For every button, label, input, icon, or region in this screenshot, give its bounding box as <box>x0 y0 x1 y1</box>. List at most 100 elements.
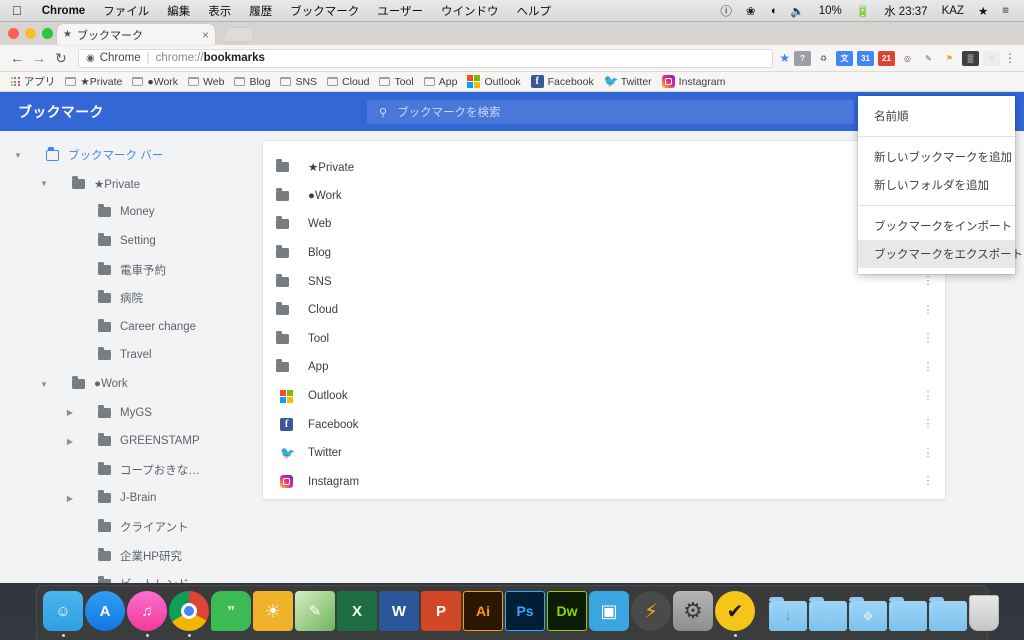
bookmark-row-twitter[interactable]: 🐦 Twitter ⋮ <box>263 439 945 468</box>
do-not-disturb-icon[interactable]: ⓘ <box>713 3 739 19</box>
dock-item-things[interactable]: ✔ <box>715 587 755 637</box>
menu-item-file[interactable]: ファイル <box>94 3 158 19</box>
bookmark-bar-item-blog[interactable]: Blog <box>229 76 275 88</box>
menu-item-window[interactable]: ウインドウ <box>432 3 508 19</box>
bookmark-bar-item-twitter[interactable]: 🐦 Twitter <box>599 75 657 88</box>
dock-item-adobe-illustrator[interactable]: Ai <box>463 587 503 637</box>
dock-item-stickies[interactable]: ☀ <box>253 587 293 637</box>
sidebar-item-money[interactable]: Money <box>0 198 262 227</box>
bookmark-bar-item-web[interactable]: Web <box>183 76 229 88</box>
bookmark-bar-item-facebook[interactable]: f Facebook <box>526 75 599 88</box>
bookmark-bar-item-instagram[interactable]: Instagram <box>657 75 731 88</box>
calendar-extension-icon[interactable]: 31 <box>857 50 874 66</box>
chevron-down-icon[interactable] <box>12 151 24 160</box>
bookmark-row-facebook[interactable]: f Facebook ⋮ <box>263 410 945 439</box>
control-center-icon[interactable]: ≡ <box>995 5 1016 17</box>
apple-logo-icon[interactable]:  <box>0 4 33 17</box>
dock-item-adobe-photoshop[interactable]: Ps <box>505 587 545 637</box>
close-window-button[interactable] <box>8 28 19 39</box>
bookmark-bar-item-private[interactable]: ★Private <box>60 76 127 88</box>
row-menu-icon[interactable]: ⋮ <box>921 333 935 344</box>
sidebar-item-bookmarks-bar[interactable]: ブックマーク バー <box>0 141 262 170</box>
dock-folder-onedrive[interactable]: ☁ <box>809 587 847 637</box>
sidebar-item-greenstamp[interactable]: GREENSTAMP <box>0 427 262 456</box>
dock-item-adobe-dreamweaver[interactable]: Dw <box>547 587 587 637</box>
menu-item-chrome[interactable]: Chrome <box>33 5 94 17</box>
dock-item-app-store[interactable]: A <box>85 587 125 637</box>
sidebar-item-mygs[interactable]: MyGS <box>0 398 262 427</box>
wifi-icon[interactable]: ◖ <box>762 5 783 17</box>
bookmark-bar-item-work[interactable]: ●Work <box>127 76 183 88</box>
menu-item-bookmarks[interactable]: ブックマーク <box>281 3 368 19</box>
help-extension-icon[interactable]: ? <box>794 50 811 66</box>
new-tab-button[interactable] <box>222 27 256 42</box>
menu-item-view[interactable]: 表示 <box>199 3 240 19</box>
row-menu-icon[interactable]: ⋮ <box>921 304 935 316</box>
menu-item-import-bookmarks[interactable]: ブックマークをインポート <box>858 212 1015 240</box>
ruler-extension-icon[interactable]: ⚑ <box>941 50 958 66</box>
menu-item-help[interactable]: ヘルプ <box>507 3 560 19</box>
screenshot-extension-icon[interactable]: ◎ <box>899 50 916 66</box>
dock-item-preview[interactable]: ✎ <box>295 587 335 637</box>
bookmark-bar-item-cloud[interactable]: Cloud <box>322 76 374 88</box>
dock-folder-downloads[interactable]: ↓ <box>769 587 807 637</box>
sidebar-item-client[interactable]: クライアント <box>0 513 262 542</box>
reload-icon[interactable]: ↻ <box>50 50 72 67</box>
dock-item-itunes[interactable]: ♫ <box>127 587 167 637</box>
recycle-extension-icon[interactable]: ♻ <box>815 50 832 66</box>
chevron-down-icon[interactable] <box>38 179 50 188</box>
dock-item-finder[interactable]: ☺ <box>43 587 83 637</box>
bookmark-star-icon[interactable]: ★ <box>779 51 790 65</box>
bookmark-row-tool[interactable]: Tool ⋮ <box>263 325 945 354</box>
sidebar-item-j-brain[interactable]: J-Brain <box>0 484 262 513</box>
dock-item-microsoft-powerpoint[interactable]: P <box>421 587 461 637</box>
dock-folder-dropbox[interactable]: ❖ <box>849 587 887 637</box>
sidebar-item-train-reservation[interactable]: 電車予約 <box>0 255 262 284</box>
address-bar[interactable]: ◉ Chrome | chrome:// bookmarks <box>78 48 774 68</box>
bookmark-bar-item-tool[interactable]: Tool <box>374 76 418 88</box>
bookmark-row-outlook[interactable]: Outlook ⋮ <box>263 382 945 411</box>
row-menu-icon[interactable]: ⋮ <box>921 447 935 459</box>
bookmark-bar-item-app[interactable]: App <box>419 76 463 88</box>
menu-item-add-folder[interactable]: 新しいフォルダを追加 <box>858 171 1015 199</box>
menu-item-add-bookmark[interactable]: 新しいブックマークを追加 <box>858 143 1015 171</box>
row-menu-icon[interactable]: ⋮ <box>921 276 935 287</box>
row-menu-icon[interactable]: ⋮ <box>921 361 935 373</box>
arrow-right-icon[interactable]: → <box>28 50 50 66</box>
maximize-window-button[interactable] <box>42 28 53 39</box>
bookmark-manager-dropdown-menu[interactable]: 名前順 新しいブックマークを追加 新しいフォルダを追加 ブックマークをインポート… <box>858 96 1023 274</box>
row-menu-icon[interactable]: ⋮ <box>921 419 935 430</box>
chevron-right-icon[interactable] <box>64 494 76 503</box>
bookmark-row-private[interactable]: ★Private ⋮ <box>263 153 945 182</box>
bluetooth-icon[interactable]: ❀ <box>739 4 763 18</box>
dock-item-system-preferences[interactable]: ⚙ <box>673 587 713 637</box>
battery-charging-icon[interactable]: 🔋 <box>849 4 877 18</box>
minimize-window-button[interactable] <box>25 28 36 39</box>
bookmark-row-web[interactable]: Web ⋮ <box>263 210 945 239</box>
bookmark-bar-item-outlook[interactable]: Outlook <box>462 75 525 88</box>
translate-extension-icon[interactable]: 文 <box>836 50 853 66</box>
sidebar-item-hospital[interactable]: 病院 <box>0 284 262 313</box>
user-label[interactable]: KAZ <box>935 5 971 17</box>
bookmark-row-app[interactable]: App ⋮ <box>263 353 945 382</box>
bookmark-bar-item-apps[interactable]: アプリ <box>6 74 60 89</box>
sidebar-item-work[interactable]: ●Work <box>0 370 262 399</box>
chevron-right-icon[interactable] <box>64 408 76 417</box>
menu-item-history[interactable]: 履歴 <box>240 3 281 19</box>
sidebar-item-beatrend[interactable]: ビートレンド <box>0 570 262 583</box>
sidebar-item-setting[interactable]: Setting <box>0 227 262 256</box>
sidebar-item-travel[interactable]: Travel <box>0 341 262 370</box>
menu-item-user[interactable]: ユーザー <box>368 3 432 19</box>
chevron-right-icon[interactable] <box>64 437 76 446</box>
dock-item-trash[interactable] <box>969 587 999 637</box>
bookmark-row-instagram[interactable]: Instagram ⋮ <box>263 468 945 497</box>
tab-bookmarks[interactable]: ★ ブックマーク × <box>57 24 215 45</box>
dock-item-microsoft-word[interactable]: W <box>379 587 419 637</box>
spotlight-search-icon[interactable]: ★ <box>971 4 995 18</box>
dock-item-transmit[interactable]: ⚡ <box>631 587 671 637</box>
disabled-extension-icon[interactable]: ○ <box>983 50 1000 66</box>
sidebar-item-corporate-hp-research[interactable]: 企業HP研究 <box>0 541 262 570</box>
eyedropper-extension-icon[interactable]: ✎ <box>920 50 937 66</box>
dock-item-google-chrome[interactable] <box>169 587 209 637</box>
dock-item-microsoft-excel[interactable]: X <box>337 587 377 637</box>
